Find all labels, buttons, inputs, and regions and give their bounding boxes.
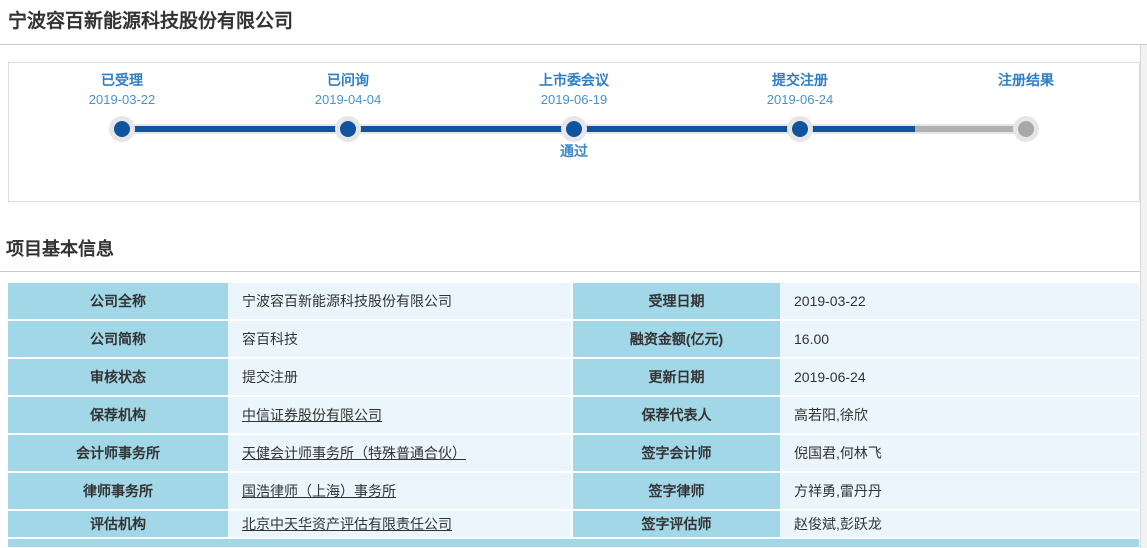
row-label: 签字律师 [573, 473, 780, 509]
row-value: 16.00 [780, 321, 1139, 357]
section-title: 项目基本信息 [6, 239, 114, 259]
stage-date: 2019-04-04 [314, 92, 382, 107]
stage-status [235, 141, 461, 161]
row-value: 宁波容百新能源科技股份有限公司 [228, 283, 571, 319]
stage-label: 已问询 [327, 72, 369, 88]
table-row: 公司简称 容百科技 [8, 321, 571, 357]
row-value: 2019-06-24 [780, 359, 1139, 395]
row-label: 受理日期 [573, 283, 780, 319]
next-row-strip [8, 539, 1139, 547]
row-label: 签字会计师 [573, 435, 780, 471]
value-text: 提交注册 [242, 369, 298, 385]
row-label: 审核状态 [8, 359, 228, 395]
ipo-project-page: 宁波容百新能源科技股份有限公司 已受理 2019-03-22 已问询 2019-04-… [0, 0, 1147, 548]
row-label: 公司全称 [8, 283, 228, 319]
row-value: 容百科技 [228, 321, 571, 357]
stage-date [913, 90, 1139, 109]
value-text: 赵俊斌,彭跃龙 [794, 516, 882, 532]
timeline-stage: 已问询 2019-04-04 [235, 71, 461, 161]
value-text: 2019-06-24 [794, 369, 866, 385]
stage-label: 已受理 [101, 72, 143, 88]
row-value: 北京中天华资产评估有限责任公司 [228, 511, 571, 537]
table-row: 签字律师 方祥勇,雷丹丹 [573, 473, 1139, 509]
section-header: 项目基本信息 [6, 238, 1147, 260]
row-label: 评估机构 [8, 511, 228, 537]
row-value: 2019-03-22 [780, 283, 1139, 319]
stage-label: 提交注册 [772, 72, 828, 88]
stage-date: 2019-06-24 [766, 92, 834, 107]
value-text: 容百科技 [242, 331, 298, 347]
table-row: 签字会计师 倪国君,何林飞 [573, 435, 1139, 471]
table-row: 受理日期 2019-03-22 [573, 283, 1139, 319]
row-value: 倪国君,何林飞 [780, 435, 1139, 471]
table-row: 公司全称 宁波容百新能源科技股份有限公司 [8, 283, 571, 319]
stage-status: 通过 [560, 143, 588, 159]
stage-label: 注册结果 [998, 72, 1054, 88]
table-row: 更新日期 2019-06-24 [573, 359, 1139, 395]
timeline-stage: 提交注册 2019-06-24 [687, 71, 913, 161]
value-link[interactable]: 国浩律师（上海）事务所 [242, 481, 396, 501]
table-row: 保荐代表人 高若阳,徐欣 [573, 397, 1139, 433]
value-link[interactable]: 天健会计师事务所（特殊普通合伙） [242, 443, 466, 463]
row-label: 会计师事务所 [8, 435, 228, 471]
info-table-left: 公司全称 宁波容百新能源科技股份有限公司 公司简称 容百科技 审核状态 提交注册 保荐机构中… [8, 283, 571, 539]
value-text: 16.00 [794, 331, 830, 347]
page-header: 宁波容百新能源科技股份有限公司 [0, 0, 1147, 35]
value-text: 2019-03-22 [794, 293, 866, 309]
table-row: 会计师事务所 天健会计师事务所（特殊普通合伙） [8, 435, 571, 471]
row-label: 保荐机构 [8, 397, 228, 433]
row-value: 赵俊斌,彭跃龙 [780, 511, 1139, 537]
timeline-stages: 已受理 2019-03-22 已问询 2019-04-04 上市委会议 2019-06-1… [9, 63, 1139, 161]
timeline-stage: 已受理 2019-03-22 [9, 71, 235, 161]
table-row: 评估机构 北京中天华资产评估有限责任公司 [8, 511, 571, 537]
value-text: 倪国君,何林飞 [794, 445, 882, 461]
row-value: 提交注册 [228, 359, 571, 395]
row-label: 更新日期 [573, 359, 780, 395]
header-divider [0, 44, 1147, 45]
table-row: 签字评估师 赵俊斌,彭跃龙 [573, 511, 1139, 537]
stage-dot-done [340, 121, 356, 137]
stage-dot-done [566, 121, 582, 137]
stage-status [687, 141, 913, 161]
project-info-table: 公司全称 宁波容百新能源科技股份有限公司 公司简称 容百科技 审核状态 提交注册 保荐机构中… [8, 283, 1139, 539]
value-text: 高若阳,徐欣 [794, 407, 868, 423]
row-value: 中信证券股份有限公司 [228, 397, 571, 433]
row-label: 保荐代表人 [573, 397, 780, 433]
stage-status [9, 141, 235, 161]
row-value: 国浩律师（上海）事务所 [228, 473, 571, 509]
stage-dot-done [792, 121, 808, 137]
row-value: 高若阳,徐欣 [780, 397, 1139, 433]
stage-dot-pending [1018, 121, 1034, 137]
value-link[interactable]: 中信证券股份有限公司 [242, 405, 382, 425]
table-row: 融资金额(亿元) 16.00 [573, 321, 1139, 357]
table-row: 保荐机构 中信证券股份有限公司 [8, 397, 571, 433]
page-gutter [1140, 45, 1147, 548]
row-label: 签字评估师 [573, 511, 780, 537]
stage-status [913, 141, 1139, 161]
stage-date: 2019-03-22 [88, 92, 156, 107]
row-label: 律师事务所 [8, 473, 228, 509]
stage-label: 上市委会议 [539, 72, 609, 88]
review-timeline: 已受理 2019-03-22 已问询 2019-04-04 上市委会议 2019-06-1… [8, 62, 1140, 202]
table-row: 审核状态 提交注册 [8, 359, 571, 395]
row-label: 融资金额(亿元) [573, 321, 780, 357]
table-row: 律师事务所 国浩律师（上海）事务所 [8, 473, 571, 509]
timeline-stage: 上市委会议 2019-06-19 通过 [461, 71, 687, 161]
stage-date: 2019-06-19 [540, 92, 608, 107]
value-text: 方祥勇,雷丹丹 [794, 483, 882, 499]
timeline-track [114, 121, 1034, 137]
row-value: 方祥勇,雷丹丹 [780, 473, 1139, 509]
value-text: 宁波容百新能源科技股份有限公司 [242, 293, 452, 309]
timeline-stage: 注册结果 [913, 71, 1139, 161]
page-title: 宁波容百新能源科技股份有限公司 [8, 11, 294, 32]
row-value: 天健会计师事务所（特殊普通合伙） [228, 435, 571, 471]
stage-dot-done [114, 121, 130, 137]
section-divider [0, 271, 1140, 272]
row-label: 公司简称 [8, 321, 228, 357]
info-table-right: 受理日期 2019-03-22 融资金额(亿元) 16.00 更新日期 2019-06-2… [573, 283, 1139, 539]
value-link[interactable]: 北京中天华资产评估有限责任公司 [242, 514, 452, 534]
